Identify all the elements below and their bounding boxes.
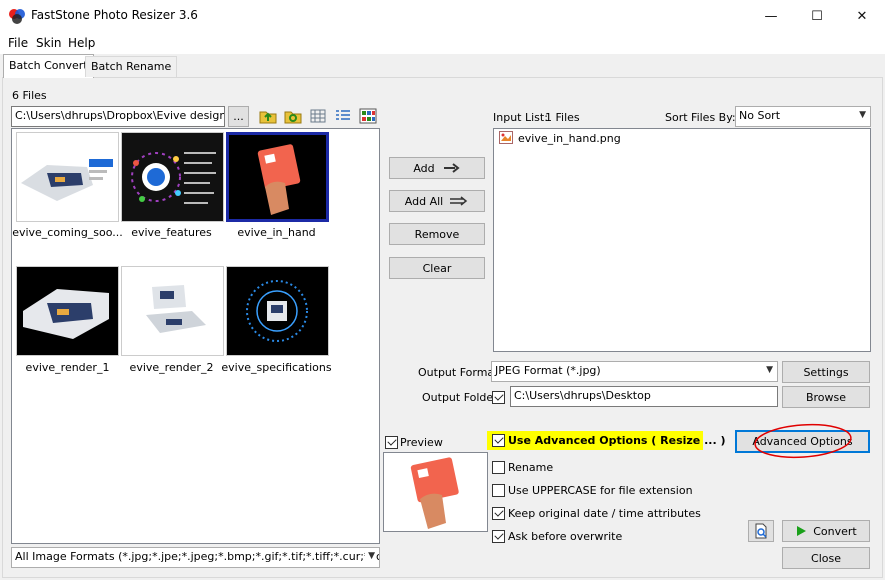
thumbnail-label: evive_specifications (221, 361, 332, 374)
sort-files-label: Sort Files By: (665, 111, 736, 124)
thumbnail-label: evive_features (131, 226, 212, 239)
file-type-filter-select[interactable]: All Image Formats (*.jpg;*.jpe;*.jpeg;*.… (11, 547, 380, 568)
arrow-right-double-icon (450, 196, 468, 206)
thumbnail-image[interactable] (16, 266, 119, 356)
list-item[interactable]: evive_in_hand.png (518, 132, 621, 145)
list-view-icon[interactable] (334, 108, 352, 124)
keep-date-checkbox[interactable] (492, 507, 505, 520)
annotation-ellipse-icon (754, 423, 852, 459)
filter-value: All Image Formats (*.jpg;*.jpe;*.jpeg;*.… (15, 550, 380, 563)
menu-help[interactable]: Help (68, 36, 95, 50)
rename-label: Rename (508, 461, 554, 474)
advanced-options-checkbox[interactable] (492, 434, 505, 447)
settings-button[interactable]: Settings (782, 361, 870, 383)
chevron-down-icon: ▼ (859, 110, 866, 120)
close-button[interactable]: Close (782, 547, 870, 569)
arrow-right-icon (443, 163, 460, 173)
play-icon (797, 526, 807, 536)
chevron-down-icon: ▼ (365, 551, 375, 561)
output-folder-checkbox[interactable] (492, 391, 505, 404)
output-format-select[interactable]: JPEG Format (*.jpg) ▼ (491, 361, 778, 382)
thumbnail-image[interactable] (16, 132, 119, 222)
file-count: 6 Files (12, 89, 47, 102)
maximize-button[interactable]: ☐ (794, 0, 840, 32)
thumbnail-label: evive_render_2 (129, 361, 214, 374)
sort-files-select[interactable]: No Sort ▼ (735, 106, 871, 127)
menu-skin[interactable]: Skin (36, 36, 62, 50)
uppercase-extension-checkbox[interactable] (492, 484, 505, 497)
input-file-list[interactable] (493, 128, 871, 352)
minimize-button[interactable]: — (748, 0, 794, 32)
output-folder-label: Output Folder: (422, 391, 502, 404)
folder-path-input[interactable]: C:\Users\dhrups\Dropbox\Evive design\Pre (11, 106, 225, 127)
chevron-down-icon: ▼ (766, 365, 773, 375)
tab-batch-rename[interactable]: Batch Rename (85, 56, 178, 77)
maximize-icon: ☐ (811, 8, 823, 24)
thumbnail-view-icon[interactable] (359, 108, 377, 124)
input-list-label: Input List: (493, 111, 548, 124)
convert-button[interactable]: Convert (782, 520, 870, 542)
advanced-options-label: Use Advanced Options ( Resize ... ) (508, 434, 726, 447)
keep-date-label: Keep original date / time attributes (508, 507, 701, 520)
close-icon: ✕ (856, 8, 868, 24)
thumbnail-image[interactable] (226, 266, 329, 356)
document-search-icon (755, 523, 767, 539)
thumbnail-image[interactable] (121, 132, 224, 222)
preview-output-button[interactable] (748, 520, 774, 542)
tab-batch-convert[interactable]: Batch Convert (3, 54, 94, 78)
menu-file[interactable]: File (8, 36, 28, 50)
details-view-icon[interactable] (309, 108, 327, 124)
browse-output-button[interactable]: Browse (782, 386, 870, 408)
remove-button[interactable]: Remove (389, 223, 485, 245)
folder-up-icon[interactable] (259, 108, 277, 124)
thumbnail-image-selected[interactable] (226, 132, 329, 222)
browse-folder-button[interactable]: ... (228, 106, 249, 127)
image-file-icon (499, 131, 513, 144)
preview-pane (383, 452, 488, 532)
thumbnail-label: evive_in_hand (237, 226, 316, 239)
add-button[interactable]: Add (389, 157, 485, 179)
menu-bar (0, 32, 885, 54)
clear-button[interactable]: Clear (389, 257, 485, 279)
uppercase-extension-label: Use UPPERCASE for file extension (508, 484, 693, 497)
input-list-count: 1 Files (545, 111, 580, 124)
output-format-label: Output Format: (418, 366, 503, 379)
close-window-button[interactable]: ✕ (839, 0, 885, 32)
app-logo-icon (9, 9, 25, 24)
thumbnail-image[interactable] (121, 266, 224, 356)
rename-checkbox[interactable] (492, 461, 505, 474)
ask-overwrite-label: Ask before overwrite (508, 530, 623, 543)
output-folder-input[interactable]: C:\Users\dhrups\Desktop (510, 386, 778, 407)
thumbnail-label: evive_coming_soo... (12, 226, 123, 239)
preview-image (384, 453, 487, 531)
window-title: FastStone Photo Resizer 3.6 (31, 8, 198, 22)
ask-overwrite-checkbox[interactable] (492, 530, 505, 543)
minimize-icon: — (764, 8, 778, 24)
thumbnail-label: evive_render_1 (25, 361, 110, 374)
preview-checkbox[interactable] (385, 436, 398, 449)
refresh-folder-icon[interactable] (284, 108, 302, 124)
preview-label: Preview (400, 436, 443, 449)
add-all-button[interactable]: Add All (389, 190, 485, 212)
